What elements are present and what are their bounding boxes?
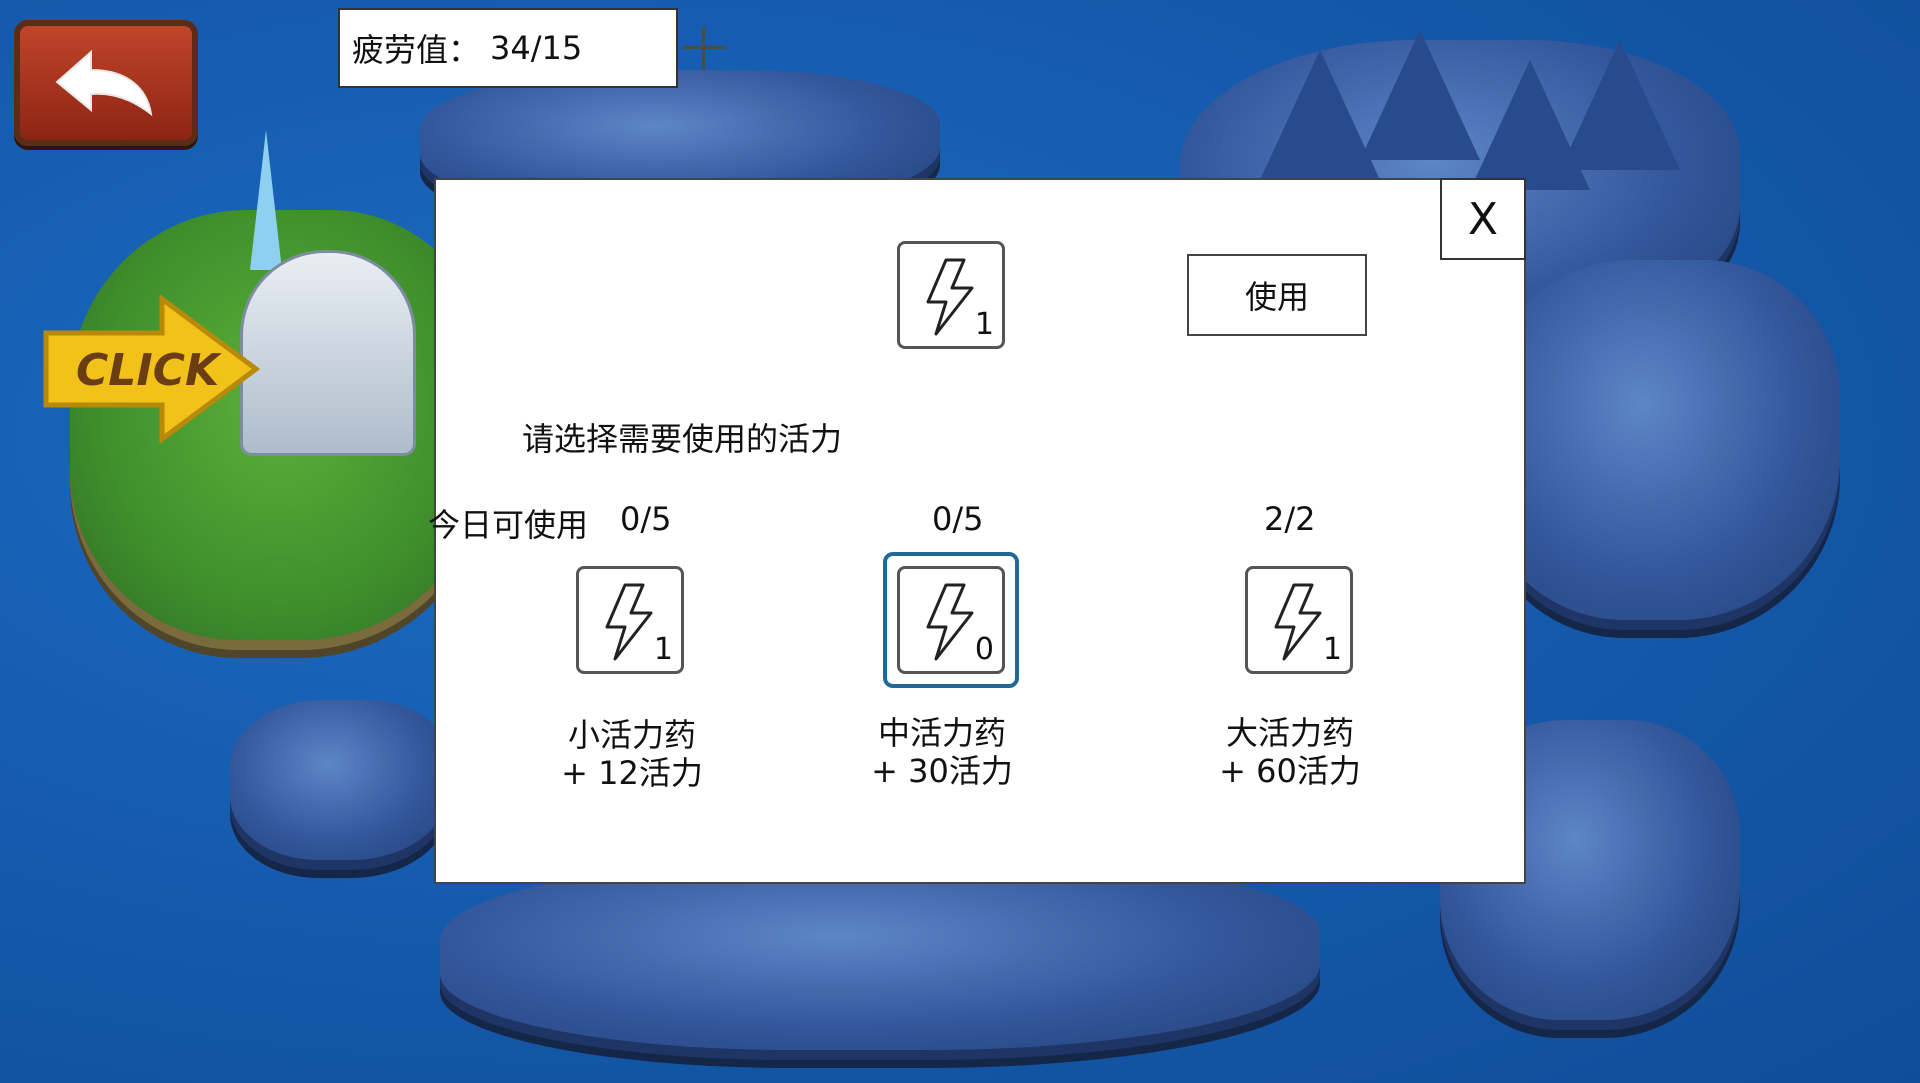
selected-potion-slot: 1 xyxy=(897,241,1005,349)
click-hint-arrow[interactable]: CLICK xyxy=(42,294,262,445)
large-potion-effect: + 60活力 xyxy=(1219,752,1361,790)
fatigue-label: 疲劳值： xyxy=(352,31,481,69)
selected-potion-count: 1 xyxy=(974,307,994,342)
large-potion-slot[interactable]: 1 xyxy=(1245,566,1353,674)
medium-potion-effect: + 30活力 xyxy=(871,752,1013,790)
medium-potion-info: 中活力药 + 30活力 xyxy=(852,714,1032,790)
medium-potion-usage: 0/5 xyxy=(932,500,984,538)
lightning-icon xyxy=(926,258,974,336)
island-east[interactable] xyxy=(1480,260,1840,620)
lightning-icon xyxy=(926,583,974,661)
tower-spire xyxy=(250,130,282,270)
energy-potion-dialog: X 1 使用 请选择需要使用的活力 今日可使用 0/5 1 小活力药 + 12活… xyxy=(428,178,1526,884)
back-arrow-icon xyxy=(55,49,153,117)
close-button[interactable]: X xyxy=(1440,178,1526,260)
small-potion-count: 1 xyxy=(653,632,673,667)
today-usable-label: 今日可使用 xyxy=(428,506,589,544)
lightning-icon xyxy=(1274,583,1322,661)
small-potion-slot[interactable]: 1 xyxy=(576,566,684,674)
back-button[interactable] xyxy=(14,20,198,146)
fatigue-display: 疲劳值： 34/15 xyxy=(338,8,678,88)
mountain xyxy=(1360,30,1480,160)
use-button[interactable]: 使用 xyxy=(1187,254,1367,336)
large-potion-usage: 2/2 xyxy=(1264,500,1316,538)
small-potion-effect: + 12活力 xyxy=(561,754,703,792)
add-fatigue-button[interactable] xyxy=(682,26,726,70)
small-potion-name: 小活力药 xyxy=(567,716,696,754)
large-potion-name: 大活力药 xyxy=(1225,714,1354,752)
medium-potion-count: 0 xyxy=(974,632,994,667)
small-potion-usage: 0/5 xyxy=(620,500,672,538)
select-prompt: 请选择需要使用的活力 xyxy=(522,420,843,458)
small-potion-info: 小活力药 + 12活力 xyxy=(542,716,722,792)
medium-potion-slot[interactable]: 0 xyxy=(897,566,1005,674)
lightning-icon xyxy=(605,583,653,661)
fatigue-value: 34/15 xyxy=(490,29,583,67)
island-south[interactable] xyxy=(440,860,1320,1050)
large-potion-count: 1 xyxy=(1322,632,1342,667)
palace-dome[interactable] xyxy=(240,250,416,456)
large-potion-info: 大活力药 + 60活力 xyxy=(1200,714,1380,790)
click-label: CLICK xyxy=(76,345,220,396)
mountain xyxy=(1560,40,1680,170)
medium-potion-name: 中活力药 xyxy=(877,714,1006,752)
island-southwest[interactable] xyxy=(230,700,450,860)
